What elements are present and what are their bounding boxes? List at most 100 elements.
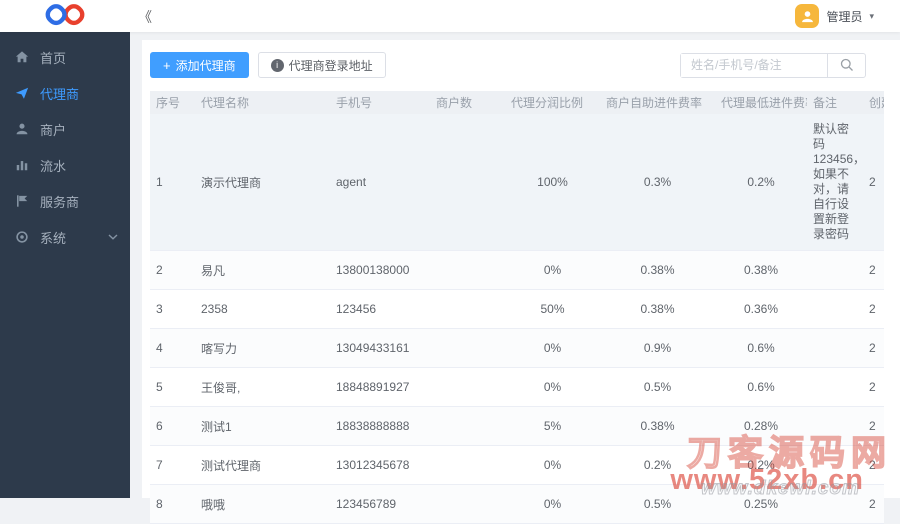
cell-remark (807, 262, 863, 278)
agent-login-url-button[interactable]: i 代理商登录地址 (257, 52, 386, 78)
cell-agent_min_rate: 0.6% (747, 341, 775, 355)
sidebar-item-label: 服务商 (40, 194, 80, 210)
sidebar-item-label: 代理商 (40, 86, 80, 102)
cell-name: 测试1 (201, 419, 232, 434)
column-header-phone: 手机号 (336, 96, 373, 110)
cell-ratio: 0% (543, 497, 562, 511)
table-row: 2 易凡 13800138000 0% 0.38% 0.38% 2 (150, 251, 884, 290)
user-icon (802, 10, 813, 22)
flag-icon (17, 195, 28, 207)
cell-name: 喀写力 (201, 341, 238, 356)
person-icon (16, 123, 28, 135)
cell-merchant_rate: 0.38% (640, 302, 675, 316)
bar-chart-icon (16, 161, 28, 171)
sidebar-item-home[interactable]: 首页 (0, 39, 130, 75)
cell-created: 2 (869, 302, 876, 316)
cell-merchant_rate: 0.5% (643, 497, 672, 511)
search-input[interactable] (681, 53, 827, 77)
cell-phone: 18838888888 (336, 419, 410, 433)
cell-seq: 8 (156, 497, 163, 511)
avatar (795, 4, 820, 28)
add-agent-button[interactable]: + 添加代理商 (150, 52, 249, 78)
cell-name: 2358 (201, 302, 228, 316)
table-row: 3 2358 123456 50% 0.38% 0.36% 2 (150, 290, 884, 329)
sidebar-item-merchants[interactable]: 商户 (0, 111, 130, 147)
sidebar-item-agents[interactable]: 代理商 (0, 75, 130, 111)
user-name: 管理员 (826, 9, 863, 24)
plus-icon: + (163, 57, 171, 73)
sidebar-item-system[interactable]: 系统 (0, 219, 130, 255)
cell-agent_min_rate: 0.6% (747, 380, 775, 394)
paper-plane-icon (15, 87, 29, 99)
table-row: 1 演示代理商 agent 100% 0.3% 0.2% 默认密码123456，如果不对，请… (150, 114, 884, 251)
cell-ratio: 50% (540, 302, 565, 316)
sidebar-item-label: 商户 (40, 122, 67, 138)
cell-ratio: 0% (543, 341, 562, 355)
add-agent-label: 添加代理商 (175, 58, 236, 73)
cell-name: 哦哦 (201, 497, 226, 512)
cell-agent_min_rate: 0.36% (743, 302, 779, 316)
cell-created: 2 (869, 458, 876, 472)
sidebar-item-transactions[interactable]: 流水 (0, 147, 130, 183)
cell-phone: 13049433161 (336, 341, 410, 355)
column-header-merchants: 商户数 (436, 96, 473, 110)
chevron-down-icon: ▾ (869, 10, 874, 21)
top-header: 《 管理员 ▾ (0, 0, 900, 32)
sidebar-item-label: 流水 (40, 158, 67, 174)
cell-remark (807, 340, 863, 356)
column-header-seq: 序号 (156, 96, 181, 110)
column-header-ratio: 代理分润比例 (511, 96, 584, 110)
logo-icon (45, 4, 85, 26)
column-header-agent_min_rate: 代理最低进件费率 (721, 96, 807, 110)
cell-ratio: 100% (537, 175, 568, 189)
agent-login-url-label: 代理商登录地址 (288, 58, 373, 73)
content-card: + 添加代理商 i 代理商登录地址 序号 代理名称 手机号 商户数 代理分润比例 商户自助… (142, 40, 900, 524)
main-content: + 添加代理商 i 代理商登录地址 序号 代理名称 手机号 商户数 代理分润比例 商户自助… (130, 32, 900, 524)
cell-ratio: 0% (543, 380, 562, 394)
search-box (680, 52, 866, 78)
cell-merchant_rate: 0.38% (640, 419, 675, 433)
table-row: 6 测试1 18838888888 5% 0.38% 0.28% 2 (150, 407, 884, 446)
cell-agent_min_rate: 0.25% (743, 497, 779, 511)
collapse-sidebar-icon[interactable]: 《 (138, 7, 152, 27)
table-row: 8 哦哦 123456789 0% 0.5% 0.25% 2 (150, 485, 884, 524)
cell-created: 2 (869, 380, 876, 394)
sidebar-item-service-providers[interactable]: 服务商 (0, 183, 130, 219)
cell-agent_min_rate: 0.38% (743, 263, 779, 277)
cell-created: 2 (869, 419, 876, 433)
cell-seq: 3 (156, 302, 163, 316)
cell-name: 演示代理商 (201, 175, 262, 190)
cell-ratio: 0% (543, 458, 562, 472)
cell-seq: 7 (156, 458, 163, 472)
table-header-row: 序号 代理名称 手机号 商户数 代理分润比例 商户自助进件费率 代理最低进件费率备注 创建时间 (150, 91, 884, 114)
cell-created: 2 (869, 341, 876, 355)
user-menu[interactable]: 管理员 ▾ (795, 4, 874, 28)
cell-ratio: 5% (543, 419, 562, 433)
cell-phone: 123456 (336, 302, 377, 316)
sidebar: 首页 代理商 商户 流水 服务商 系统 (0, 32, 130, 498)
gear-icon (16, 231, 28, 243)
cell-name: 王俊哥, (201, 380, 241, 395)
cell-phone: 18848891927 (336, 380, 410, 394)
column-header-remark: 备注 (813, 96, 838, 110)
column-header-created: 创建时间 (869, 96, 884, 110)
cell-seq: 4 (156, 341, 163, 355)
cell-created: 2 (869, 497, 876, 511)
column-header-name: 代理名称 (201, 96, 250, 110)
cell-merchant_rate: 0.3% (643, 175, 672, 189)
cell-phone: 13012345678 (336, 458, 410, 472)
cell-seq: 5 (156, 380, 163, 394)
cell-remark (807, 418, 863, 434)
logo (0, 0, 130, 32)
agents-table: 序号 代理名称 手机号 商户数 代理分润比例 商户自助进件费率 代理最低进件费率备注 创建时间… (150, 91, 884, 524)
cell-remark (807, 496, 863, 512)
toolbar: + 添加代理商 i 代理商登录地址 (142, 40, 900, 78)
info-icon: i (270, 58, 284, 72)
cell-phone: agent (336, 175, 367, 189)
cell-created: 2 (869, 263, 876, 277)
cell-merchant_rate: 0.5% (643, 380, 672, 394)
search-button[interactable] (827, 53, 865, 77)
cell-merchant_rate: 0.9% (643, 341, 672, 355)
chevron-down-icon (108, 234, 118, 240)
search-icon (840, 58, 853, 71)
